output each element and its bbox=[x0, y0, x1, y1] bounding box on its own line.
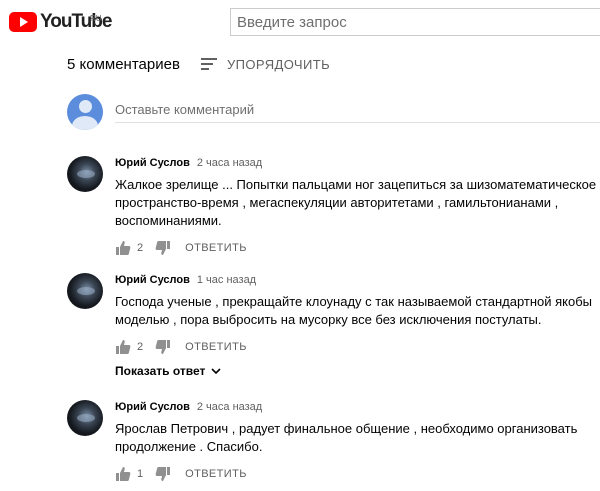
like-count: 1 bbox=[137, 468, 144, 480]
comment-actions: 1 ОТВЕТИТЬ bbox=[115, 464, 600, 484]
comment-text-line: пространство-время , мегаспекуляции авто… bbox=[115, 195, 559, 210]
comment-time[interactable]: 2 часа назад bbox=[197, 401, 262, 413]
thumb-up-icon[interactable] bbox=[115, 240, 131, 256]
comment-author[interactable]: Юрий Суслов bbox=[115, 157, 190, 169]
comment-count: 5 комментариев bbox=[67, 55, 180, 73]
like-count: 2 bbox=[137, 242, 144, 254]
show-replies-label: Показать ответ bbox=[115, 364, 206, 378]
avatar[interactable] bbox=[67, 400, 103, 436]
thumb-down-icon[interactable] bbox=[155, 240, 171, 256]
comment-text-line: моделью , пора выбросить на мусорку все … bbox=[115, 312, 542, 327]
comment-text-line: Ярослав Петрович , радует финальное обще… bbox=[115, 421, 578, 436]
thumb-down-icon[interactable] bbox=[155, 466, 171, 482]
sort-label: УПОРЯДОЧИТЬ bbox=[227, 56, 330, 72]
reply-button[interactable]: ОТВЕТИТЬ bbox=[181, 339, 251, 355]
thumb-up-icon[interactable] bbox=[115, 339, 131, 355]
thumb-down-icon[interactable] bbox=[155, 339, 171, 355]
top-bar: YouTube RU bbox=[0, 0, 600, 44]
show-replies-button[interactable]: Показать ответ bbox=[115, 363, 221, 379]
comments-header: 5 комментариев УПОРЯДОЧИТЬ bbox=[67, 54, 330, 74]
default-avatar-icon bbox=[67, 94, 103, 130]
comment-text: Жалкое зрелище ... Попытки пальцами ног … bbox=[115, 176, 600, 230]
reply-button[interactable]: ОТВЕТИТЬ bbox=[181, 240, 251, 256]
avatar[interactable] bbox=[67, 273, 103, 309]
reply-button[interactable]: ОТВЕТИТЬ bbox=[181, 466, 251, 482]
comment-text-line: воспоминаниями. bbox=[115, 213, 222, 228]
comment-text: Ярослав Петрович , радует финальное обще… bbox=[115, 420, 600, 456]
chevron-down-icon bbox=[211, 368, 221, 375]
search-box[interactable] bbox=[230, 8, 600, 36]
comment-text-line: Жалкое зрелище ... Попытки пальцами ног … bbox=[115, 177, 597, 192]
sort-icon bbox=[201, 58, 217, 70]
comment-text: Господа ученые , прекращайте клоунаду с … bbox=[115, 293, 600, 329]
avatar[interactable] bbox=[67, 156, 103, 192]
comment-actions: 2 ОТВЕТИТЬ bbox=[115, 238, 600, 258]
sort-button[interactable]: УПОРЯДОЧИТЬ bbox=[201, 54, 330, 74]
comment-actions: 2 ОТВЕТИТЬ bbox=[115, 337, 600, 357]
comment-time[interactable]: 2 часа назад bbox=[197, 157, 262, 169]
youtube-logo-icon bbox=[9, 12, 37, 32]
thumb-up-icon[interactable] bbox=[115, 466, 131, 482]
comment-author[interactable]: Юрий Суслов bbox=[115, 401, 190, 413]
logo-region: RU bbox=[90, 14, 102, 23]
comment-text-line: продолжение . Спасибо. bbox=[115, 439, 263, 454]
add-comment-input[interactable] bbox=[115, 96, 600, 123]
add-comment-row bbox=[67, 94, 600, 134]
comment-time[interactable]: 1 час назад bbox=[197, 274, 256, 286]
youtube-logo[interactable]: YouTube RU bbox=[9, 11, 112, 33]
comment-text-line: Господа ученые , прекращайте клоунаду с … bbox=[115, 294, 593, 309]
search-input[interactable] bbox=[231, 9, 600, 35]
comment-author[interactable]: Юрий Суслов bbox=[115, 274, 190, 286]
like-count: 2 bbox=[137, 341, 144, 353]
